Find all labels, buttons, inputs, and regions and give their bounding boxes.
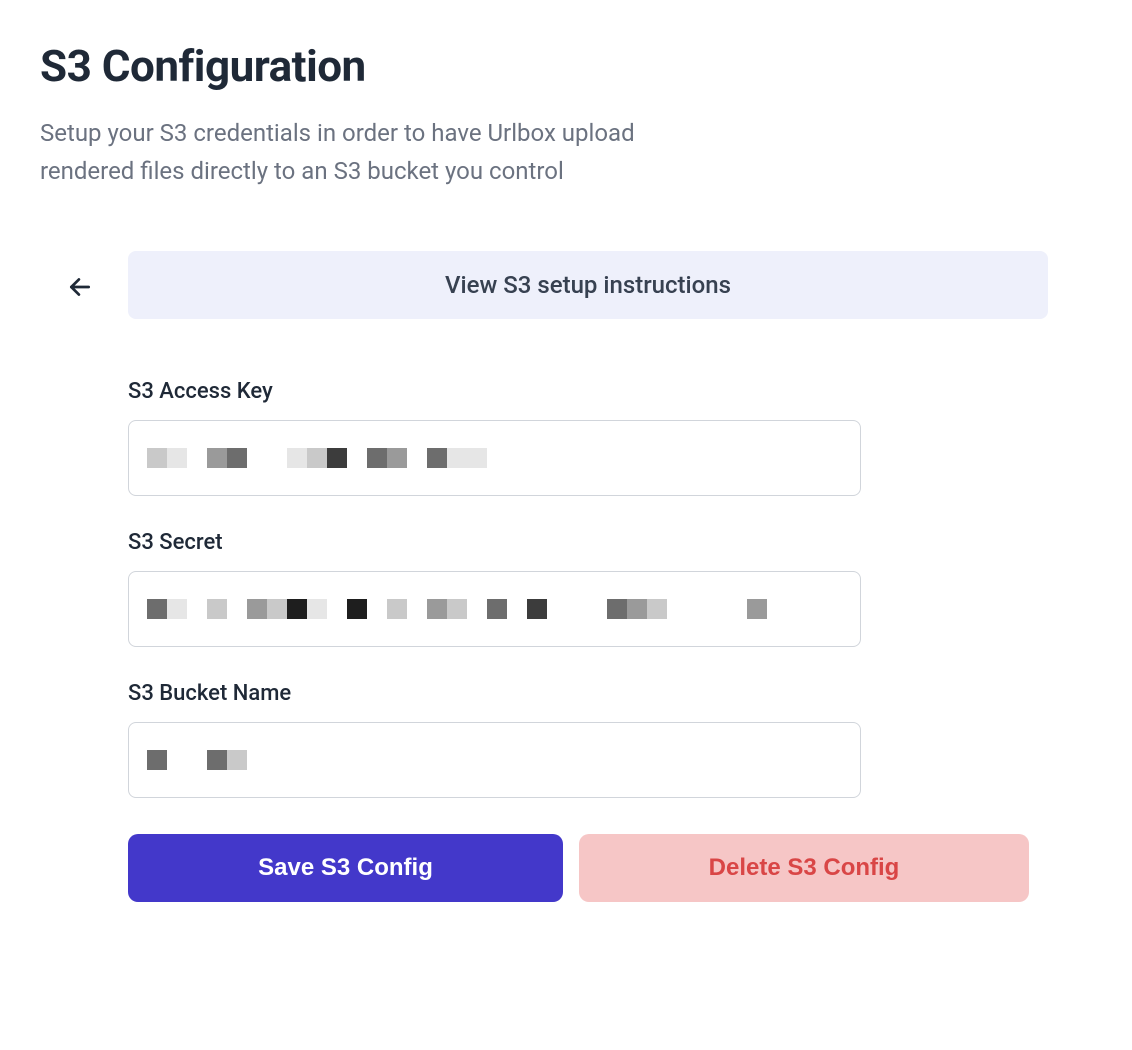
redacted-value	[147, 572, 767, 646]
s3-access-key-input[interactable]	[128, 420, 861, 496]
save-s3-config-button[interactable]: Save S3 Config	[128, 834, 563, 902]
redacted-value	[147, 421, 487, 495]
s3-secret-label: S3 Secret	[128, 530, 1048, 555]
arrow-left-icon	[67, 274, 93, 300]
s3-bucket-name-input[interactable]	[128, 722, 861, 798]
delete-s3-config-button[interactable]: Delete S3 Config	[579, 834, 1029, 902]
s3-secret-input[interactable]	[128, 571, 861, 647]
s3-access-key-label: S3 Access Key	[128, 379, 1048, 404]
redacted-value	[147, 723, 247, 797]
s3-bucket-name-label: S3 Bucket Name	[128, 681, 1048, 706]
view-instructions-banner[interactable]: View S3 setup instructions	[128, 251, 1048, 319]
back-button[interactable]	[60, 251, 100, 323]
page-subtitle: Setup your S3 credentials in order to ha…	[40, 114, 700, 191]
page-title: S3 Configuration	[40, 40, 1092, 92]
